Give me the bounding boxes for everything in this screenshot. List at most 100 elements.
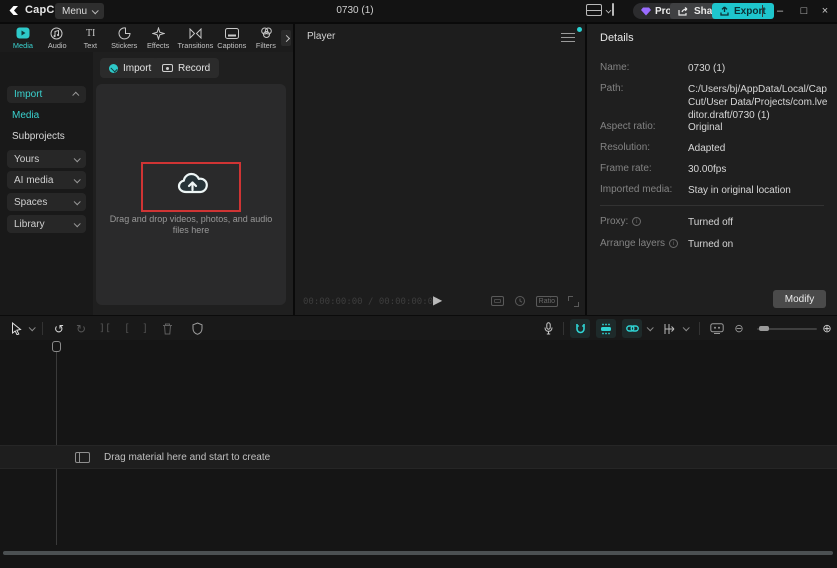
share-icon — [678, 6, 688, 16]
captions-icon — [225, 26, 240, 40]
preview-axis-icon — [664, 323, 674, 334]
mask-button[interactable] — [188, 316, 206, 341]
sidebar-item-media[interactable]: Media — [12, 110, 39, 121]
toolbar-divider — [42, 322, 43, 335]
split-button[interactable]: ][ — [94, 316, 116, 341]
export-label: Export — [734, 5, 766, 17]
timeline-zoom-handle[interactable] — [759, 326, 769, 331]
sidebar-item-spaces[interactable]: Spaces — [7, 193, 86, 211]
playhead-handle[interactable] — [52, 341, 61, 352]
detail-label-frame-rate: Frame rate: — [600, 163, 652, 174]
preview-axis-dropdown[interactable] — [680, 316, 690, 341]
link-dropdown[interactable] — [644, 316, 654, 341]
trim-left-button[interactable]: [ — [120, 316, 134, 341]
media-content-area: Import Record Drag and drop videos, phot… — [93, 52, 293, 315]
media-icon — [16, 26, 30, 40]
player-menu-icon[interactable] — [561, 33, 575, 45]
microphone-icon — [544, 322, 552, 335]
detail-label-arrange-layers: Arrange layers i — [600, 238, 679, 249]
tab-media[interactable]: Media — [6, 26, 40, 50]
play-button[interactable]: ▶ — [433, 293, 442, 307]
tab-overflow-button[interactable] — [281, 30, 291, 46]
tab-transitions[interactable]: Transitions — [175, 26, 215, 50]
tab-text[interactable]: TI Text — [74, 26, 108, 50]
voiceover-button[interactable] — [540, 316, 556, 341]
sidebar-item-subprojects[interactable]: Subprojects — [12, 131, 65, 142]
tab-filters[interactable]: Filters — [249, 26, 283, 50]
chevron-down-icon — [91, 6, 99, 14]
layout-compact-button[interactable] — [612, 3, 614, 16]
player-header: Player — [295, 24, 585, 48]
detail-label-aspect-ratio: Aspect ratio: — [600, 121, 656, 132]
timeline-zoom-out-button[interactable]: ⊖ — [731, 316, 747, 341]
info-icon[interactable]: i — [632, 217, 642, 226]
fullscreen-icon[interactable] — [568, 295, 579, 307]
link-toggle[interactable] — [622, 319, 642, 338]
preview-axis-button[interactable] — [660, 316, 678, 341]
minimize-button[interactable]: – — [768, 0, 792, 22]
sidebar-item-import[interactable]: Import — [7, 86, 86, 103]
sidebar-item-library[interactable]: Library — [7, 215, 86, 233]
sidebar-item-ai-media[interactable]: AI media — [7, 171, 86, 189]
detail-label-proxy: Proxy: i — [600, 216, 642, 227]
tab-stickers[interactable]: Stickers — [108, 26, 142, 50]
timeline-area[interactable]: Drag material here and start to create — [0, 340, 837, 568]
media-dropzone[interactable]: Drag and drop videos, photos, and audio … — [96, 84, 286, 305]
player-controls: 00:00:00:00 / 00:00:00:00 ▶ Ratio — [295, 288, 585, 315]
detail-label-name: Name: — [600, 62, 630, 73]
quality-icon[interactable] — [514, 295, 526, 307]
chevron-right-icon — [282, 34, 290, 42]
tab-label: Transitions — [177, 41, 214, 50]
bowtie-icon — [189, 26, 202, 40]
chevron-up-icon — [72, 91, 80, 99]
sidebar-item-yours[interactable]: Yours — [7, 150, 86, 168]
ratio-button[interactable]: Ratio — [535, 295, 558, 307]
magnet-icon — [575, 324, 585, 334]
details-divider — [600, 205, 824, 206]
menu-label: Menu — [62, 5, 88, 17]
info-icon[interactable]: i — [669, 239, 679, 248]
modify-button[interactable]: Modify — [773, 290, 826, 308]
sidebar-item-label: Import — [14, 89, 43, 100]
toolbar-divider — [699, 322, 700, 335]
render-preview-button[interactable] — [707, 316, 727, 341]
close-button[interactable]: × — [813, 0, 837, 22]
tab-label: Captions — [217, 41, 247, 50]
import-button[interactable]: Import — [100, 58, 161, 78]
select-tool-button[interactable] — [8, 316, 24, 341]
main-track-magnet-toggle[interactable] — [570, 319, 590, 338]
tab-captions[interactable]: Captions — [215, 26, 249, 50]
redo-button[interactable]: ↻ — [72, 316, 90, 341]
mirror-preview-icon[interactable] — [490, 296, 504, 306]
details-panel: Details Name: 0730 (1) Path: C:/Users/bj… — [587, 24, 837, 315]
detail-label-imported-media: Imported media: — [600, 184, 673, 195]
details-title: Details — [600, 32, 634, 44]
select-tool-dropdown[interactable] — [26, 316, 36, 341]
menu-button[interactable]: Menu — [55, 3, 105, 19]
player-panel: Player 00:00:00:00 / 00:00:00:00 ▶ Ratio — [295, 24, 585, 315]
trim-right-button[interactable]: ] — [138, 316, 152, 341]
timecode: 00:00:00:00 / 00:00:00:00 — [303, 296, 439, 307]
timeline-horizontal-scrollbar[interactable] — [3, 551, 833, 555]
detail-value-aspect-ratio: Original — [688, 122, 723, 133]
auto-snap-toggle[interactable] — [596, 319, 616, 338]
layout-toggle-button[interactable] — [586, 4, 612, 16]
tab-label: Audio — [47, 41, 67, 50]
tab-effects[interactable]: Effects — [142, 26, 176, 50]
timeline-zoom-in-button[interactable]: ⊕ — [819, 316, 835, 341]
chevron-down-icon — [28, 324, 36, 332]
media-sidebar: Import Media Subprojects Yours AI media … — [0, 52, 93, 315]
chevron-down-icon — [646, 324, 654, 332]
export-button[interactable]: Export — [712, 3, 774, 19]
empty-track-row[interactable]: Drag material here and start to create — [0, 445, 837, 469]
undo-button[interactable]: ↺ — [50, 316, 68, 341]
delete-button[interactable] — [158, 316, 176, 341]
detail-value-imported-media: Stay in original location — [688, 185, 791, 196]
record-label: Record — [178, 62, 211, 74]
tab-label: Effects — [147, 41, 170, 50]
filters-icon — [260, 26, 273, 40]
cursor-icon — [11, 322, 22, 335]
tab-audio[interactable]: Audio — [40, 26, 74, 50]
record-button[interactable]: Record — [153, 58, 220, 78]
detail-label-text: Proxy: — [600, 216, 629, 227]
